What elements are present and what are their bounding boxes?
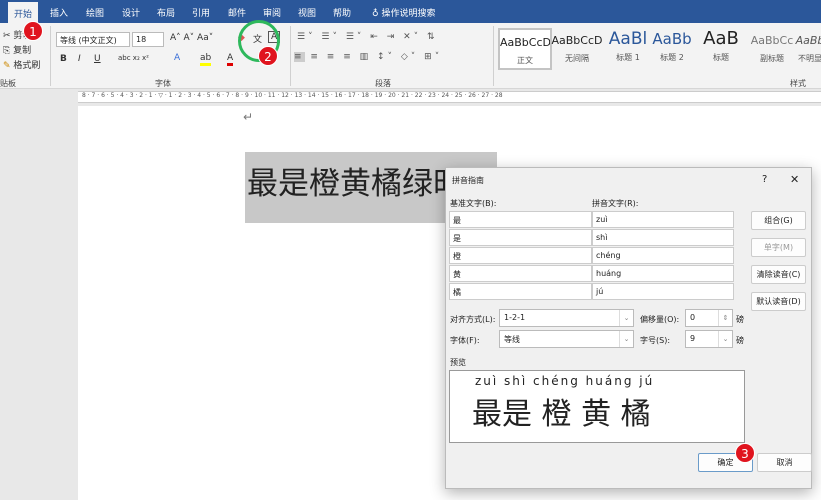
font-group-label: 字体: [155, 79, 171, 88]
preview-pinyin: zuì shì chéng huáng jú: [475, 374, 655, 388]
offset-label: 偏移量(O):: [640, 315, 680, 324]
style-heading-2[interactable]: AaBb 标题 2: [645, 28, 699, 70]
font-select[interactable]: 等线 ⌄: [499, 330, 634, 348]
dialog-title: 拼音指南: [452, 176, 484, 185]
strikethrough-icon[interactable]: abc x₂ x²: [118, 54, 149, 62]
text-effects-icon[interactable]: A: [174, 53, 180, 63]
bold-icon[interactable]: B: [60, 54, 67, 64]
ruler[interactable]: 8 · 7 · 6 · 5 · 4 · 3 · 2 · 1 · ▽ · 1 · …: [78, 91, 821, 103]
base-cell[interactable]: 橙: [449, 247, 592, 264]
step-badge-2: 2: [258, 46, 278, 66]
tab-design[interactable]: 设计: [116, 4, 146, 21]
offset-spinner[interactable]: 0 ⇕: [685, 309, 733, 327]
search-label: 操作说明搜索: [381, 9, 436, 19]
group-button[interactable]: 组合(G): [751, 211, 806, 230]
preview-text: 最是 橙 黄 橘: [472, 397, 651, 432]
tab-review[interactable]: 审阅: [257, 4, 287, 21]
font-name-select[interactable]: 等线 (中文正文): [56, 32, 130, 47]
tab-mailings[interactable]: 邮件: [222, 4, 252, 21]
phonetic-guide-dialog: 拼音指南 ? ✕ 基准文字(B): 拼音文字(R): 最 zuì 是 shì 橙…: [445, 167, 812, 489]
ruby-text-label: 拼音文字(R):: [592, 199, 639, 208]
ruby-cell[interactable]: zuì: [592, 211, 734, 228]
size-select[interactable]: 9 ⌄: [685, 330, 733, 348]
mono-button[interactable]: 单字(M): [751, 238, 806, 257]
align-select[interactable]: 1-2-1 ⌄: [499, 309, 634, 327]
ruby-cell[interactable]: chéng: [592, 247, 734, 264]
base-cell[interactable]: 是: [449, 229, 592, 246]
style-title[interactable]: AaB 标题: [694, 28, 748, 70]
chevron-down-icon: ⌄: [619, 310, 633, 326]
underline-icon[interactable]: U: [94, 54, 101, 64]
divider: [50, 26, 51, 86]
tab-insert[interactable]: 插入: [44, 4, 74, 21]
base-cell[interactable]: 黄: [449, 265, 592, 282]
ruby-cell[interactable]: shì: [592, 229, 734, 246]
cancel-button[interactable]: 取消: [757, 453, 812, 472]
tab-help[interactable]: 帮助: [327, 4, 357, 21]
lightbulb-icon: ♁: [372, 9, 379, 19]
size-unit: 磅: [736, 336, 744, 345]
format-painter-button[interactable]: ✎ 格式刷: [3, 58, 40, 71]
tab-layout[interactable]: 布局: [151, 4, 181, 21]
default-reading-button[interactable]: 默认读音(D): [751, 292, 806, 311]
offset-unit: 磅: [736, 315, 744, 324]
tab-home[interactable]: 开始: [8, 2, 39, 23]
font-color-icon[interactable]: A: [227, 53, 234, 66]
ribbon-tab-bar: 开始 插入 绘图 设计 布局 引用 邮件 审阅 视图 帮助 ♁ 操作说明搜索: [0, 0, 821, 23]
paragraph-group-label: 段落: [375, 79, 391, 88]
ribbon: ✂ 剪切 ⎘ 复制 ✎ 格式刷 贴板 等线 (中文正文) 18 A˄ A˅ Aa…: [0, 23, 821, 89]
font-size-select[interactable]: 18: [132, 32, 164, 47]
style-normal[interactable]: AaBbCcD 正文: [498, 28, 552, 70]
search-box[interactable]: ♁ 操作说明搜索: [366, 4, 441, 21]
base-text-label: 基准文字(B):: [450, 199, 497, 208]
help-button[interactable]: ?: [762, 174, 767, 185]
styles-group-label: 样式: [790, 79, 806, 88]
divider: [290, 26, 291, 86]
preview-box: zuì shì chéng huáng jú 最是 橙 黄 橘: [449, 370, 745, 443]
highlight-icon[interactable]: ab: [200, 53, 212, 66]
brush-icon: ✎: [3, 61, 11, 71]
font-label: 字体(F):: [450, 336, 480, 345]
chevron-down-icon: ⌄: [619, 331, 633, 347]
step-badge-1: 1: [23, 21, 43, 41]
close-button[interactable]: ✕: [790, 173, 799, 186]
base-cell[interactable]: 橘: [449, 283, 592, 300]
align-label: 对齐方式(L):: [450, 315, 496, 324]
clear-reading-button[interactable]: 清除读音(C): [751, 265, 806, 284]
tab-references[interactable]: 引用: [186, 4, 216, 21]
paragraph-mark-icon: ↵: [243, 110, 254, 124]
style-no-spacing[interactable]: AaBbCcD 无间隔: [550, 28, 604, 70]
chevron-down-icon: ⌄: [718, 331, 732, 347]
size-label: 字号(S):: [640, 336, 671, 345]
spinner-arrows-icon[interactable]: ⇕: [718, 310, 732, 326]
alignment-icons[interactable]: ≡ ≡ ≡ ≡ ▥ ↕˅ ◇˅ ⊞˅: [294, 52, 442, 62]
style-subtle[interactable]: AaBb不明显: [795, 28, 821, 70]
ruby-cell[interactable]: jú: [592, 283, 734, 300]
clipboard-group-label: 贴板: [0, 79, 16, 88]
scissors-icon: ✂: [3, 31, 11, 41]
tab-view[interactable]: 视图: [292, 4, 322, 21]
list-icons[interactable]: ☰˅ ☰˅ ☰˅ ⇤ ⇥ ✕˅ ⇅: [297, 32, 438, 42]
base-cell[interactable]: 最: [449, 211, 592, 228]
preview-label: 预览: [450, 358, 466, 367]
style-subtitle[interactable]: AaBbCc 副标题: [745, 28, 799, 70]
tab-draw[interactable]: 绘图: [80, 4, 110, 21]
grow-font-icon[interactable]: A˄ A˅ Aa˅: [170, 33, 213, 43]
step-badge-3: 3: [735, 443, 755, 463]
copy-icon: ⎘: [3, 46, 11, 56]
copy-button[interactable]: ⎘ 复制: [3, 43, 31, 56]
divider: [493, 26, 494, 86]
italic-icon[interactable]: I: [78, 54, 81, 64]
ruby-cell[interactable]: huáng: [592, 265, 734, 282]
